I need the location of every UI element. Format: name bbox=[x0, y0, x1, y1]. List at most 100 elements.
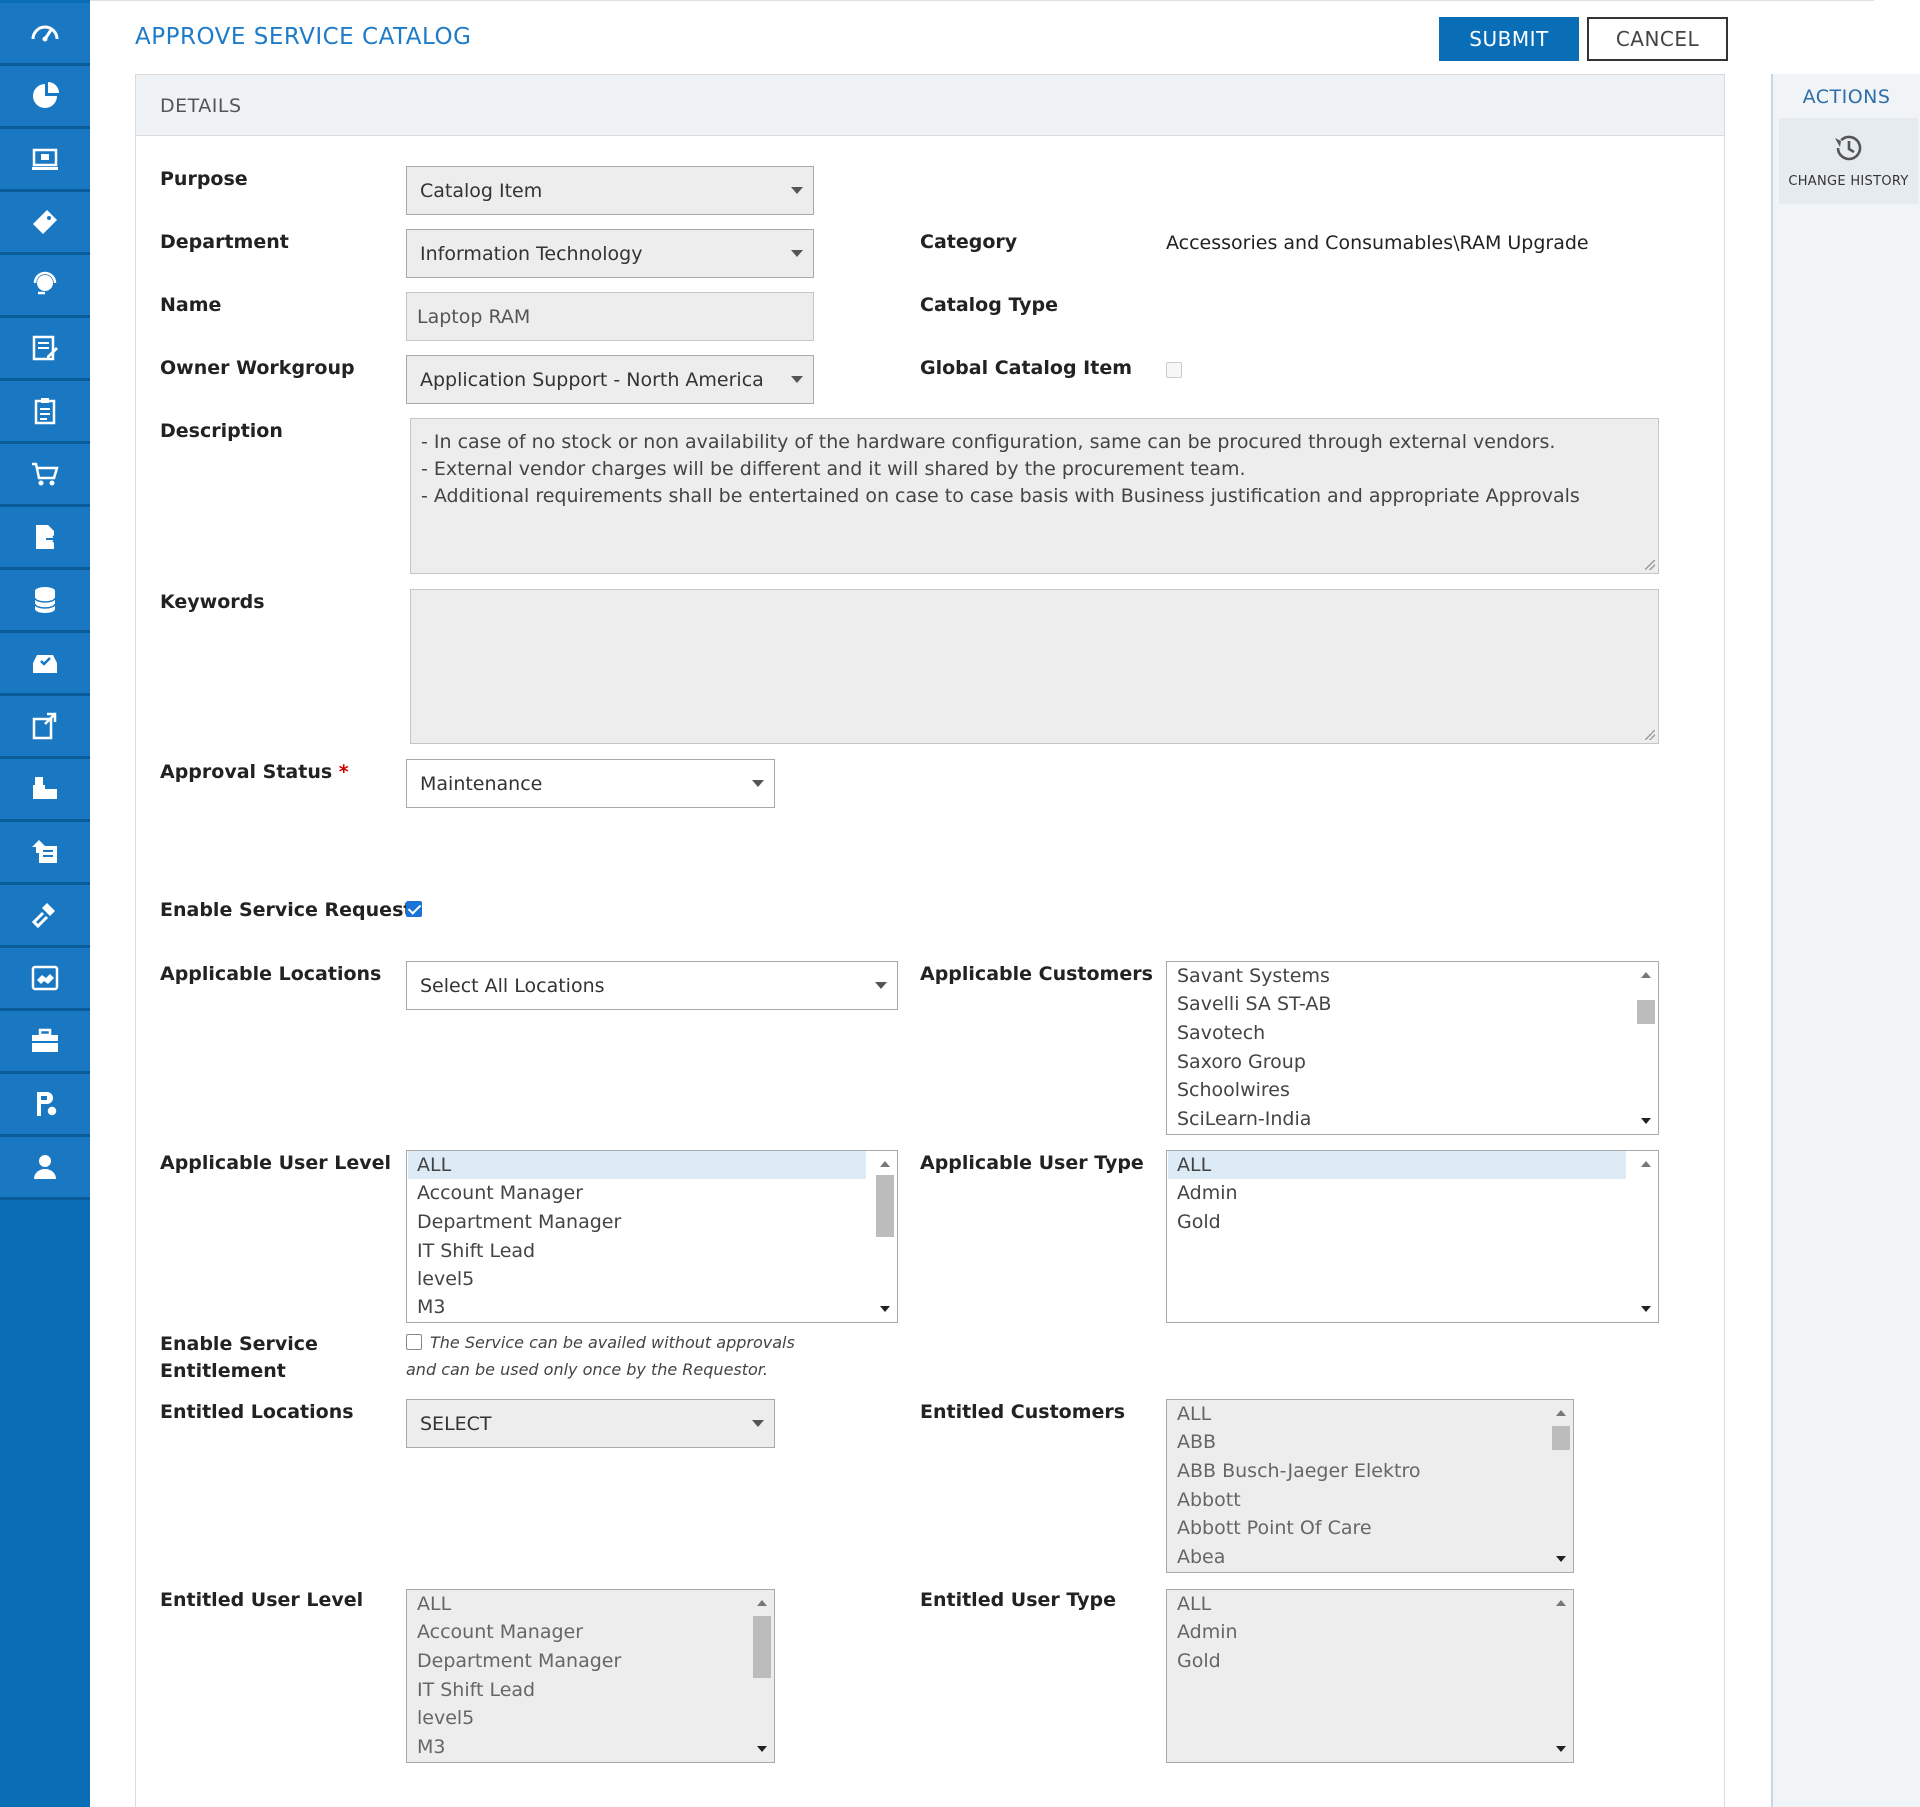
left-nav-rail bbox=[0, 0, 90, 1807]
list-item[interactable]: Account Manager bbox=[417, 1618, 583, 1646]
description-textarea[interactable]: - In case of no stock or non availabilit… bbox=[410, 418, 1659, 574]
list-item[interactable]: Savelli SA ST-AB bbox=[1177, 990, 1331, 1018]
list-item[interactable]: M3 bbox=[417, 1293, 445, 1321]
chevron-up-icon[interactable] bbox=[1641, 1161, 1651, 1167]
chevron-down-icon[interactable] bbox=[1641, 1118, 1651, 1124]
chevron-up-icon[interactable] bbox=[757, 1600, 767, 1606]
name-field[interactable]: Laptop RAM bbox=[406, 292, 814, 341]
list-item[interactable]: ALL bbox=[1177, 1400, 1211, 1428]
department-select[interactable]: Information Technology bbox=[406, 229, 814, 278]
scrollbar[interactable] bbox=[1634, 962, 1658, 1134]
entitled-customers-listbox[interactable]: ALL ABB ABB Busch-Jaeger Elektro Abbott … bbox=[1166, 1399, 1574, 1573]
dashboard-icon[interactable] bbox=[0, 3, 90, 66]
list-item[interactable]: Saxoro Group bbox=[1177, 1048, 1306, 1076]
database-icon[interactable] bbox=[0, 570, 90, 633]
list-item[interactable]: Savant Systems bbox=[1177, 962, 1330, 990]
note-export-icon[interactable] bbox=[0, 696, 90, 759]
applicable-locations-select[interactable]: Select All Locations bbox=[406, 961, 898, 1010]
chevron-up-icon[interactable] bbox=[1556, 1410, 1566, 1416]
chevron-down-icon[interactable] bbox=[1556, 1556, 1566, 1562]
scrollbar[interactable] bbox=[1634, 1151, 1658, 1322]
chevron-down-icon[interactable] bbox=[1641, 1306, 1651, 1312]
list-item[interactable]: Department Manager bbox=[417, 1208, 621, 1236]
cancel-button[interactable]: CANCEL bbox=[1587, 17, 1728, 61]
scroll-thumb[interactable] bbox=[1552, 1426, 1570, 1450]
scroll-thumb[interactable] bbox=[1637, 1000, 1655, 1024]
name-value: Laptop RAM bbox=[417, 305, 531, 328]
monitor-icon[interactable] bbox=[0, 129, 90, 192]
scrollbar[interactable] bbox=[1549, 1590, 1573, 1762]
chevron-up-icon[interactable] bbox=[1556, 1600, 1566, 1606]
scroll-thumb[interactable] bbox=[753, 1616, 771, 1678]
list-item-selected[interactable]: ALL bbox=[1168, 1151, 1626, 1179]
parking-icon[interactable] bbox=[0, 1074, 90, 1137]
entitled-locations-select[interactable]: SELECT bbox=[406, 1399, 775, 1448]
resize-handle-icon[interactable] bbox=[1645, 730, 1655, 740]
entitled-user-type-listbox[interactable]: ALL Admin Gold bbox=[1166, 1589, 1574, 1763]
entitled-user-level-listbox[interactable]: ALL Account Manager Department Manager I… bbox=[406, 1589, 775, 1763]
list-item[interactable]: ALL bbox=[417, 1590, 451, 1618]
keywords-textarea[interactable] bbox=[410, 589, 1659, 744]
list-item[interactable]: Department Manager bbox=[417, 1647, 621, 1675]
list-item[interactable]: level5 bbox=[417, 1704, 474, 1732]
upload-docs-icon[interactable] bbox=[0, 822, 90, 885]
inbox-check-icon[interactable] bbox=[0, 633, 90, 696]
resize-handle-icon[interactable] bbox=[1645, 560, 1655, 570]
chevron-down-icon[interactable] bbox=[880, 1306, 890, 1312]
chevron-down-icon[interactable] bbox=[757, 1746, 767, 1752]
chevron-down-icon bbox=[752, 1420, 764, 1427]
scrollbar[interactable] bbox=[750, 1590, 774, 1762]
pie-chart-icon[interactable] bbox=[0, 66, 90, 129]
list-item[interactable]: ABB Busch-Jaeger Elektro bbox=[1177, 1457, 1420, 1485]
enable-service-entitlement-label: Enable Service Entitlement bbox=[160, 1331, 318, 1385]
list-item[interactable]: IT Shift Lead bbox=[417, 1237, 535, 1265]
list-item[interactable]: Abbott bbox=[1177, 1486, 1241, 1514]
list-item[interactable]: SciLearn-India bbox=[1177, 1105, 1311, 1133]
list-item-selected[interactable]: ALL bbox=[408, 1151, 866, 1179]
applicable-user-level-listbox[interactable]: ALL Account Manager Department Manager I… bbox=[406, 1150, 898, 1323]
user-icon[interactable] bbox=[0, 1137, 90, 1200]
list-item[interactable]: ALL bbox=[1177, 1590, 1211, 1618]
approval-status-select[interactable]: Maintenance bbox=[406, 759, 775, 808]
list-item[interactable]: Savotech bbox=[1177, 1019, 1265, 1047]
list-item[interactable]: Gold bbox=[1177, 1647, 1221, 1675]
headset-icon[interactable] bbox=[0, 255, 90, 318]
list-item[interactable]: level5 bbox=[417, 1265, 474, 1293]
ticket-icon[interactable] bbox=[0, 192, 90, 255]
submit-button[interactable]: SUBMIT bbox=[1439, 17, 1579, 61]
enable-service-request-checkbox[interactable] bbox=[406, 901, 422, 917]
list-item[interactable]: M3 bbox=[417, 1733, 445, 1761]
change-history-button[interactable]: CHANGE HISTORY bbox=[1779, 118, 1918, 204]
scrollbar[interactable] bbox=[873, 1151, 897, 1322]
list-item[interactable]: Admin bbox=[1177, 1179, 1238, 1207]
chevron-down-icon[interactable] bbox=[1556, 1746, 1566, 1752]
list-item[interactable]: Admin bbox=[1177, 1618, 1238, 1646]
list-item[interactable]: Gold bbox=[1177, 1208, 1221, 1236]
entitlement-note-line2: and can be used only once by the Request… bbox=[406, 1360, 768, 1379]
briefcase-icon[interactable] bbox=[0, 1011, 90, 1074]
list-item[interactable]: ABB bbox=[1177, 1428, 1216, 1456]
list-item[interactable]: Account Manager bbox=[417, 1179, 583, 1207]
owner-workgroup-select[interactable]: Application Support - North America bbox=[406, 355, 814, 404]
list-item[interactable]: IT Shift Lead bbox=[417, 1676, 535, 1704]
clipboard-icon[interactable] bbox=[0, 381, 90, 444]
scroll-thumb[interactable] bbox=[876, 1175, 894, 1237]
global-catalog-item-checkbox[interactable] bbox=[1166, 362, 1182, 378]
applicable-customers-listbox[interactable]: Savant Systems Savelli SA ST-AB Savotech… bbox=[1166, 961, 1659, 1135]
list-item[interactable]: Schoolwires bbox=[1177, 1076, 1290, 1104]
document-share-icon[interactable] bbox=[0, 507, 90, 570]
list-item[interactable]: Abea bbox=[1177, 1543, 1225, 1571]
chevron-up-icon[interactable] bbox=[880, 1161, 890, 1167]
puzzle-icon[interactable] bbox=[0, 759, 90, 822]
enable-service-entitlement-checkbox[interactable] bbox=[406, 1334, 422, 1350]
purpose-select[interactable]: Catalog Item bbox=[406, 166, 814, 215]
scrollbar[interactable] bbox=[1549, 1400, 1573, 1572]
gavel-icon[interactable] bbox=[0, 885, 90, 948]
list-item[interactable]: Abbott Point Of Care bbox=[1177, 1514, 1372, 1542]
edit-form-icon[interactable] bbox=[0, 318, 90, 381]
handshake-icon[interactable] bbox=[0, 948, 90, 1011]
applicable-user-type-label: Applicable User Type bbox=[920, 1152, 1144, 1174]
chevron-up-icon[interactable] bbox=[1641, 972, 1651, 978]
cart-icon[interactable] bbox=[0, 444, 90, 507]
applicable-user-type-listbox[interactable]: ALL Admin Gold bbox=[1166, 1150, 1659, 1323]
